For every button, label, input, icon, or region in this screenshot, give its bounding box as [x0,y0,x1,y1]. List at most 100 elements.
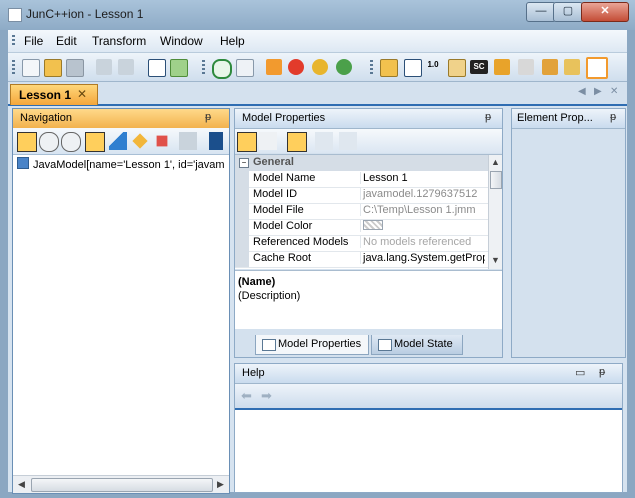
sort-alpha-icon[interactable] [259,132,277,150]
filter-green-icon[interactable] [85,132,105,152]
menu-edit[interactable]: Edit [56,34,77,48]
property-row[interactable]: Model ID javamodel.1279637512 [235,187,488,204]
expand-all-icon[interactable] [315,132,333,150]
folder-icon[interactable] [380,59,398,77]
id-card-icon[interactable] [404,59,422,77]
menubar-grip[interactable] [12,35,15,47]
tab-close-all-icon[interactable]: ✕ [610,86,618,97]
tab-lesson-1[interactable]: Lesson 1 ✕ [10,84,98,105]
help-header: Help ▭ ᵽ [235,364,622,384]
tab-model-properties[interactable]: Model Properties [255,335,369,355]
new-file-icon[interactable] [22,59,40,77]
categorized-icon[interactable] [237,132,257,152]
properties-tab-icon [262,339,276,351]
property-row[interactable]: Cache Root java.lang.System.getProperty [235,251,488,268]
collapse-group-icon[interactable]: − [239,158,249,168]
property-row[interactable]: Referenced Models No models referenced [235,235,488,252]
tree-view-icon[interactable] [17,132,37,152]
restore-icon[interactable]: ▭ [575,366,585,379]
property-value[interactable]: java.lang.System.getProperty [360,252,485,264]
help-panel: Help ▭ ᵽ ⬅ ➡ [234,363,623,493]
tab-model-state[interactable]: Model State [371,335,463,355]
version-icon[interactable]: 1.0 [424,60,442,69]
refresh-icon[interactable] [212,59,232,79]
property-grid-scrollbar[interactable]: ▲ ▼ [488,155,502,269]
toolbar-grip-2[interactable] [202,60,205,74]
generate-icon[interactable] [564,59,580,75]
square-icon[interactable] [156,135,168,147]
tab-scroll-right-icon[interactable]: ▶ [594,86,602,97]
cursor-icon[interactable] [586,57,608,79]
scrollbar-thumb[interactable] [490,171,502,189]
navigation-horizontal-scrollbar[interactable]: ◀ ▶ [13,475,229,493]
menu-transform[interactable]: Transform [92,34,146,48]
row-gutter [235,171,249,187]
tab-scroll-left-icon[interactable]: ◀ [578,86,586,97]
hash-icon[interactable] [518,59,534,75]
color-swatch-icon[interactable] [363,220,383,230]
property-value: C:\Temp\Lesson 1.jmm [360,204,485,216]
model-properties-title: Model Properties [242,112,326,124]
description-toggle-icon[interactable] [287,132,307,152]
diamond-icon[interactable] [132,133,148,149]
property-value: javamodel.1279637512 [360,188,485,200]
document-tab-strip: Lesson 1 ✕ ◀ ▶ ✕ [8,82,627,106]
rotate-ccw-icon[interactable] [336,59,352,75]
collapse-all-icon[interactable] [179,132,197,150]
pin-icon[interactable]: ᵽ [205,111,211,123]
property-row[interactable]: Model Color [235,219,488,236]
pin-icon[interactable]: ᵽ [485,111,491,123]
close-window-button[interactable]: ✕ [581,2,629,22]
scroll-right-icon[interactable]: ▶ [217,479,224,490]
tree-item-javamodel[interactable]: JavaModel[name='Lesson 1', id='javamodel… [17,157,225,171]
redo-icon[interactable] [118,59,134,75]
model-properties-panel: Model Properties ᵽ − General Model Name … [234,108,503,358]
property-row[interactable]: Model File C:\Temp\Lesson 1.jmm [235,203,488,220]
delete-icon[interactable] [288,59,304,75]
toolbar-grip[interactable] [12,60,15,74]
property-grid: − General Model Name Lesson 1 Model ID j… [235,154,502,269]
save-icon[interactable] [66,59,84,77]
package-icon[interactable] [448,59,466,77]
rotate-cw-icon[interactable] [312,59,328,75]
menu-window[interactable]: Window [160,34,203,48]
property-key: Model ID [253,188,298,200]
class-icon[interactable] [494,59,510,75]
scrollbar-thumb[interactable] [31,478,213,492]
navigation-title: Navigation [20,112,72,124]
toolbar-grip-3[interactable] [370,60,373,74]
pin-icon[interactable]: ᵽ [599,366,605,378]
menu-file[interactable]: File [24,34,43,48]
scroll-down-icon[interactable]: ▼ [491,255,500,265]
property-value[interactable]: Lesson 1 [360,172,485,184]
undo-icon[interactable] [96,59,112,75]
property-value[interactable] [360,220,485,232]
close-tab-icon[interactable]: ✕ [77,87,87,101]
open-folder-icon[interactable] [44,59,62,77]
sc-icon[interactable]: SC [470,60,488,74]
pin-icon[interactable]: ᵽ [610,111,616,123]
model-properties-header: Model Properties ᵽ [235,109,502,129]
triangle-icon[interactable] [109,132,127,150]
forward-arrow-icon[interactable]: ➡ [261,388,272,404]
properties-icon[interactable] [148,59,166,77]
add-icon[interactable] [266,59,282,75]
lock-icon[interactable] [61,132,81,152]
property-row[interactable]: Model Name Lesson 1 [235,171,488,188]
maximize-button[interactable]: ▢ [553,2,583,22]
collapse-all-icon[interactable] [339,132,357,150]
group-label: General [253,156,294,168]
scroll-up-icon[interactable]: ▲ [491,157,500,167]
element-properties-title: Element Prop... [517,112,593,124]
menu-help[interactable]: Help [220,34,245,48]
export-icon[interactable] [170,59,188,77]
title-bar[interactable]: JunC++ion - Lesson 1 — ▢ ✕ [0,0,635,30]
property-group-general[interactable]: − General [235,155,488,171]
back-arrow-icon[interactable]: ⬅ [241,388,252,404]
scroll-left-icon[interactable]: ◀ [18,479,25,490]
info-icon[interactable] [39,132,59,152]
find-icon[interactable] [236,59,254,77]
overflow-icon[interactable] [209,132,223,150]
minimize-button[interactable]: — [526,2,556,22]
hash-icon-2[interactable] [542,59,558,75]
